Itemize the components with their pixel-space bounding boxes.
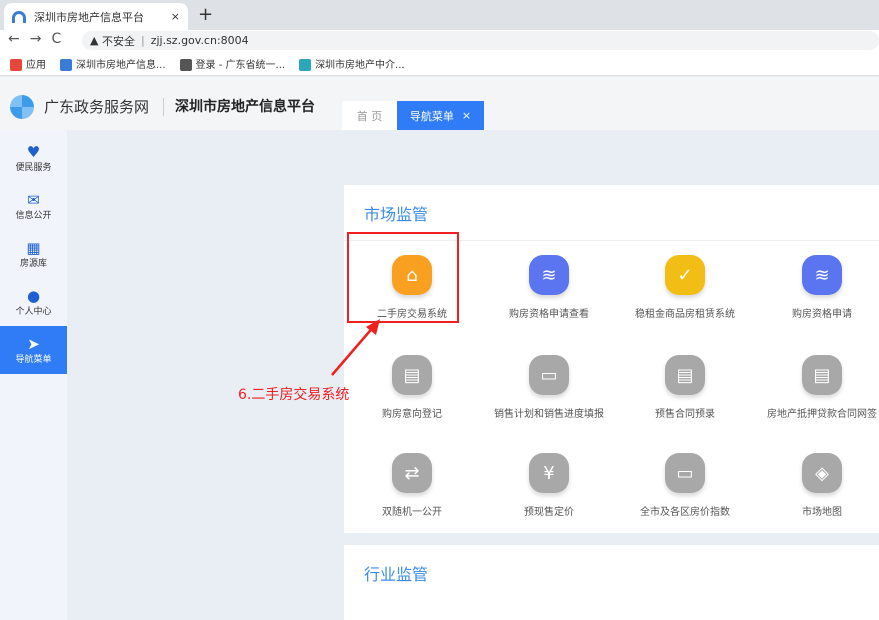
- section-title: 市场监管: [364, 205, 429, 224]
- platform-title: 深圳市房地产信息平台: [175, 99, 315, 115]
- glyph-icon: ≋: [541, 264, 557, 286]
- browser-tab[interactable]: 深圳市房地产信息平台 ×: [4, 3, 188, 30]
- app-icon: ⇄: [392, 453, 432, 493]
- sidebar-item[interactable]: ➤ 导航菜单: [0, 326, 67, 374]
- app-item[interactable]: ▭ 销售计划和销售进度填报: [481, 355, 617, 420]
- bookmark-item[interactable]: 深圳市房地产中介...: [299, 56, 405, 71]
- bookmark-label: 登录 - 广东省统一...: [195, 59, 286, 71]
- sidebar-item[interactable]: ✉ 信息公开: [0, 182, 67, 230]
- app-icon: ▤: [392, 355, 432, 395]
- app-item[interactable]: ⇄ 双随机一公开: [344, 453, 480, 518]
- close-tab-icon[interactable]: ×: [171, 10, 180, 23]
- site-favicon-icon: [12, 10, 26, 23]
- bookmark-icon: [299, 58, 312, 71]
- arrow-annotation: [331, 319, 380, 376]
- tab-title: 深圳市房地产信息平台: [34, 10, 144, 24]
- sidebar-label: 个人中心: [15, 306, 52, 317]
- app-label: 预售合同预录: [655, 409, 715, 420]
- app-item[interactable]: ✓ 稳租金商品房租赁系统: [617, 255, 753, 320]
- close-icon[interactable]: ×: [462, 109, 471, 122]
- sidebar-icon: ●: [26, 286, 41, 305]
- app-item[interactable]: ▭ 全市及各区房价指数: [617, 453, 753, 518]
- sidebar-label: 便民服务: [15, 162, 52, 173]
- sidebar-item[interactable]: ▦ 房源库: [0, 230, 67, 278]
- bookmark-item[interactable]: 登录 - 广东省统一...: [179, 56, 286, 71]
- app-icon: ▤: [802, 355, 842, 395]
- security-label: 不安全: [101, 34, 135, 48]
- nav-buttons[interactable]: ←→C: [8, 31, 71, 47]
- app-label: 房地产抵押贷款合同网签: [767, 409, 877, 420]
- tab-home[interactable]: 首 页: [342, 101, 397, 130]
- glyph-icon: ✓: [677, 264, 693, 286]
- app-icon: ▤: [665, 355, 705, 395]
- bookmark-item[interactable]: 深圳市房地产信息...: [60, 56, 166, 71]
- tab-nav-menu[interactable]: 导航菜单 ×: [397, 101, 484, 130]
- sidebar-item[interactable]: ♥ 便民服务: [0, 134, 67, 182]
- bookmark-label: 应用: [26, 59, 46, 71]
- glyph-icon: ◈: [815, 462, 829, 484]
- sidebar-icon: ➤: [27, 334, 40, 353]
- divider: [163, 98, 164, 116]
- app-icon: ≋: [529, 255, 569, 295]
- sidebar-label: 房源库: [19, 258, 47, 269]
- app-label: 预现售定价: [524, 507, 574, 518]
- section-title: 行业监管: [364, 565, 429, 584]
- glyph-icon: ▤: [403, 364, 421, 386]
- bookmark-label: 深圳市房地产信息...: [76, 59, 166, 71]
- gov-logo-icon: [10, 95, 34, 119]
- app-icon: ≋: [802, 255, 842, 295]
- sidebar-icon: ♥: [26, 142, 41, 161]
- bookmark-icon: [60, 58, 72, 71]
- app-label: 销售计划和销售进度填报: [494, 409, 604, 420]
- glyph-icon: ¥: [543, 462, 555, 484]
- glyph-icon: ▭: [540, 364, 558, 386]
- glyph-icon: ▤: [813, 364, 831, 386]
- app-icon: ▭: [665, 453, 705, 493]
- glyph-icon: ▭: [676, 462, 694, 484]
- app-item[interactable]: ¥ 预现售定价: [481, 453, 617, 518]
- warning-icon: ▲: [90, 34, 102, 47]
- bookmarks-bar: 应用 深圳市房地产信息... 登录 - 广东省统一... 深圳市房地产中介...: [0, 51, 879, 76]
- app-icon: ✓: [665, 255, 705, 295]
- bookmark-icon: [179, 58, 192, 71]
- bookmark-item[interactable]: 应用: [10, 56, 46, 71]
- app-label: 全市及各区房价指数: [640, 507, 730, 518]
- app-icon: ▭: [529, 355, 569, 395]
- app-label: 购房意向登记: [382, 409, 442, 420]
- url-field[interactable]: ▲ 不安全 | zjj.sz.gov.cn:8004: [82, 31, 879, 50]
- annotation-label: 6.二手房交易系统: [238, 387, 350, 403]
- glyph-icon: ≋: [814, 264, 830, 286]
- app-label: 双随机一公开: [382, 507, 442, 518]
- sidebar-label: 导航菜单: [15, 354, 52, 365]
- tab-label: 导航菜单: [409, 109, 454, 123]
- app-item[interactable]: ≋ 购房资格申请: [754, 255, 879, 320]
- app-item[interactable]: ▤ 房地产抵押贷款合同网签: [754, 355, 879, 420]
- sidebar-item[interactable]: ● 个人中心: [0, 278, 67, 326]
- bookmark-icon: [10, 58, 22, 71]
- glyph-icon: ▤: [676, 364, 694, 386]
- industry-section: 行业监管: [344, 545, 879, 620]
- app-icon: ¥: [529, 453, 569, 493]
- app-item[interactable]: ◈ 市场地图: [754, 453, 879, 518]
- app-label: 稳租金商品房租赁系统: [635, 309, 735, 320]
- sidebar-label: 信息公开: [15, 210, 52, 221]
- url-text[interactable]: zjj.sz.gov.cn:8004: [151, 34, 249, 47]
- glyph-icon: ⇄: [404, 462, 420, 484]
- highlight-box: [347, 232, 459, 323]
- bookmark-label: 深圳市房地产中介...: [315, 59, 405, 71]
- tab-label: 首 页: [356, 109, 383, 123]
- app-label: 购房资格申请查看: [509, 309, 589, 320]
- sidebar: ♥ 便民服务 ✉ 信息公开 ▦ 房源库 ● 个人中心 ➤ 导航菜单: [0, 130, 67, 620]
- new-tab-button[interactable]: +: [198, 4, 213, 25]
- sidebar-icon: ▦: [26, 238, 41, 257]
- app-item[interactable]: ≋ 购房资格申请查看: [481, 255, 617, 320]
- app-label: 购房资格申请: [792, 309, 852, 320]
- sidebar-icon: ✉: [27, 190, 40, 209]
- app-item[interactable]: ▤ 预售合同预录: [617, 355, 753, 420]
- app-icon: ◈: [802, 453, 842, 493]
- gov-title[interactable]: 广东政务服务网: [44, 96, 149, 117]
- app-label: 市场地图: [802, 507, 842, 518]
